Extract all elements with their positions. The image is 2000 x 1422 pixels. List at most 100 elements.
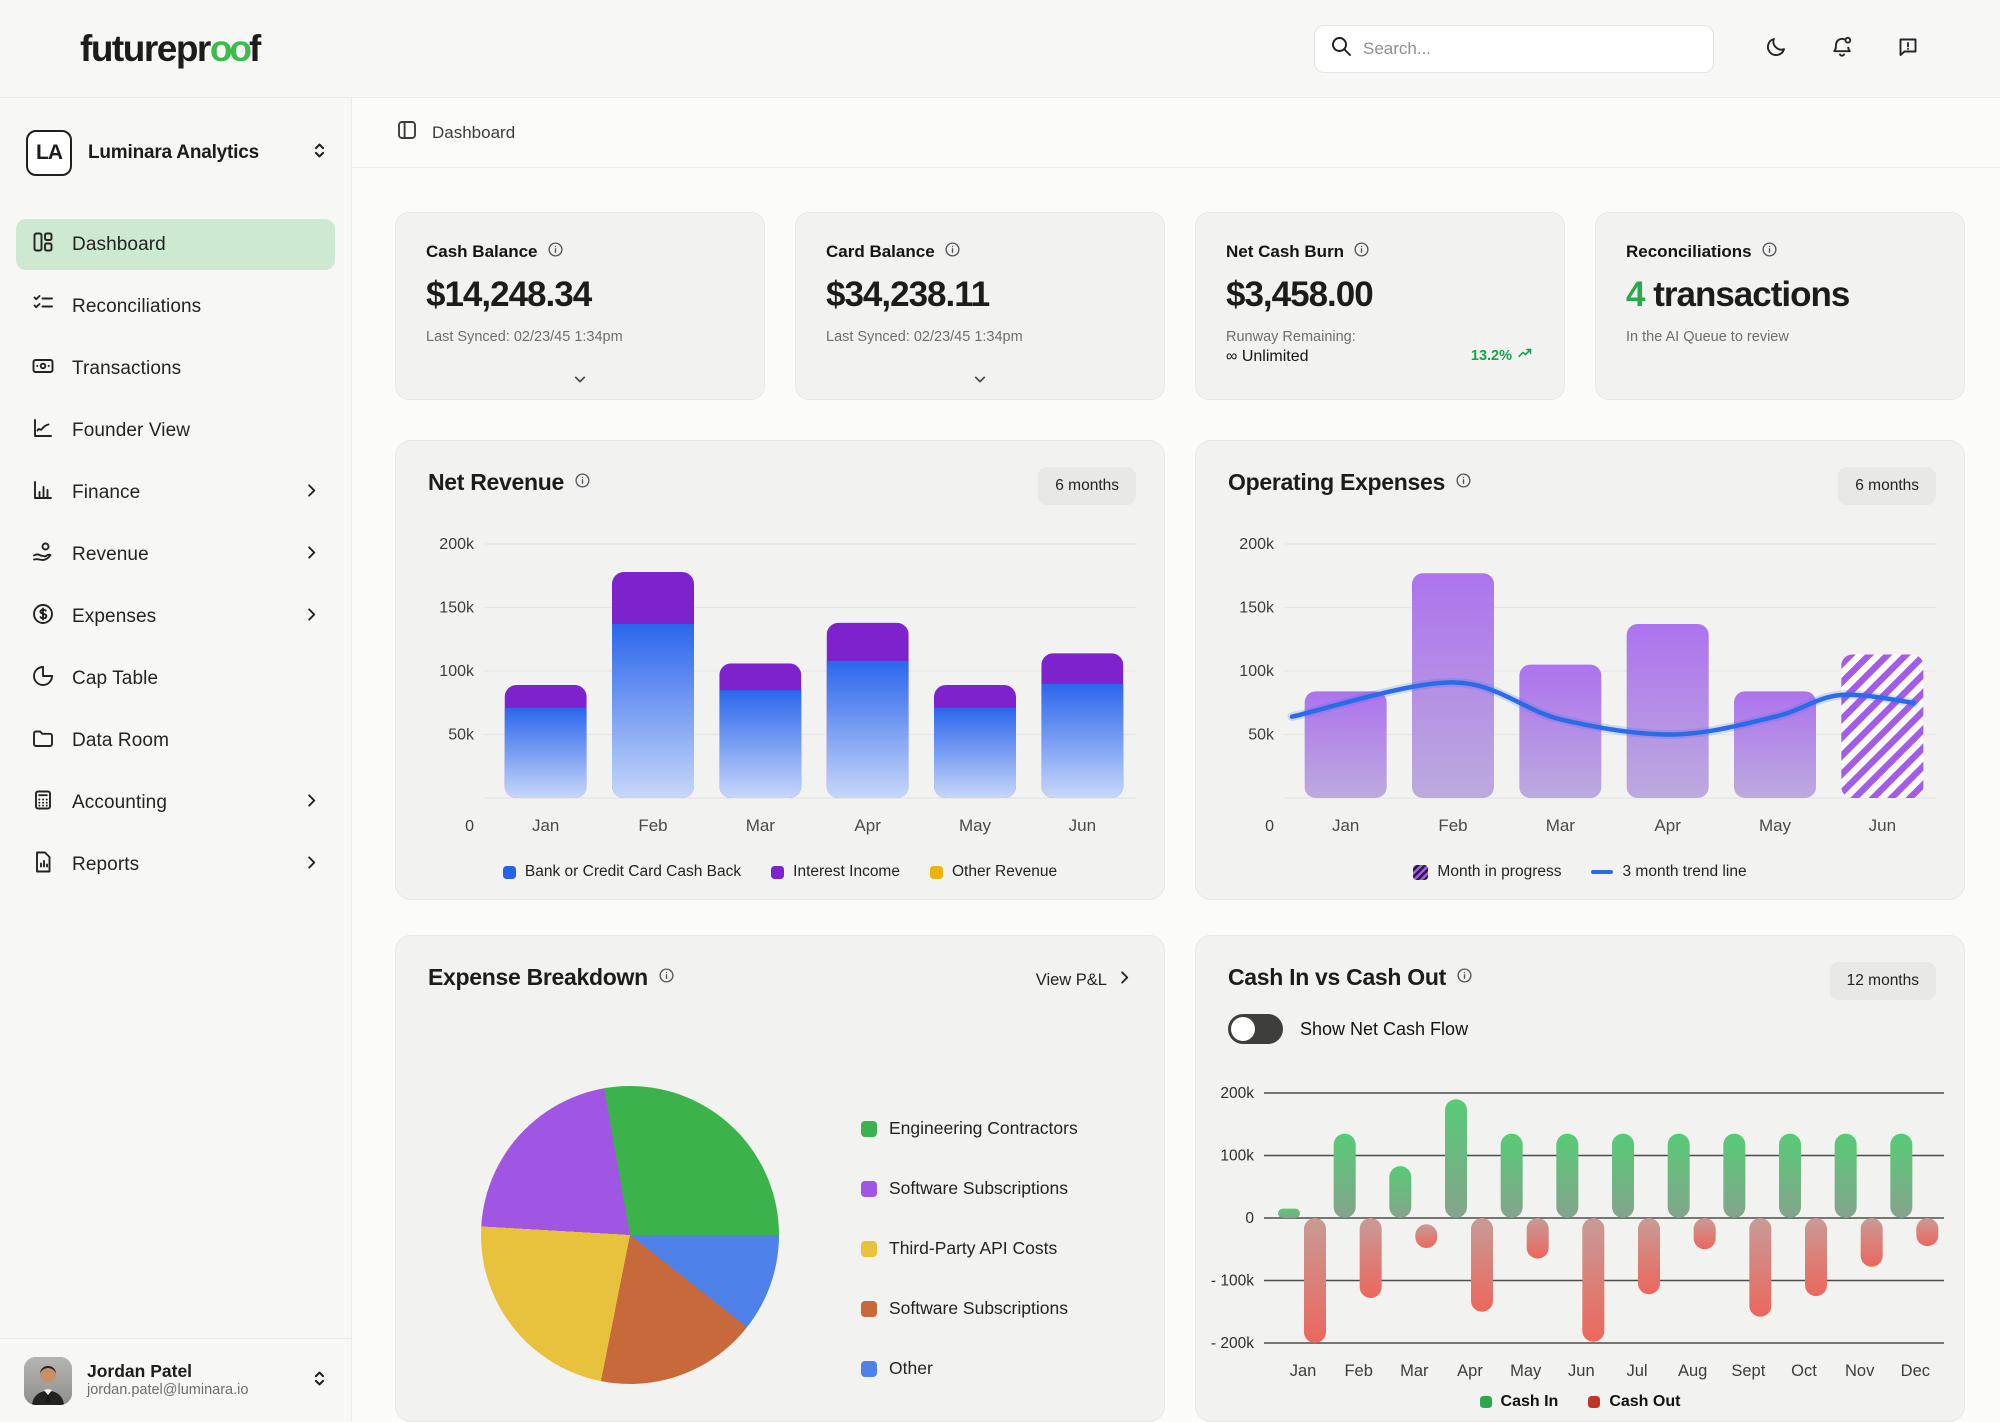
sidebar-item-revenue[interactable]: Revenue [16,529,335,580]
svg-text:Sept: Sept [1731,1362,1765,1380]
svg-text:150k: 150k [439,600,475,617]
chevron-updown-icon [310,141,329,165]
bar-chart-icon [31,478,55,507]
svg-text:0: 0 [1265,818,1274,835]
expand-button[interactable] [572,371,589,391]
info-icon[interactable] [944,241,961,263]
svg-text:Jun: Jun [1869,816,1896,835]
svg-text:Mar: Mar [1400,1362,1429,1380]
panel-icon[interactable] [395,118,419,147]
svg-text:Jan: Jan [1332,816,1359,835]
info-icon[interactable] [658,967,675,989]
info-icon[interactable] [1353,241,1370,263]
legend-item: Software Subscriptions [861,1298,1078,1319]
legend-item: Bank or Credit Card Cash Back [503,863,741,881]
sidebar-item-reconciliations[interactable]: Reconciliations [16,281,335,332]
sidebar-item-accounting[interactable]: Accounting [16,777,335,828]
view-pl-link[interactable]: View P&L [1036,968,1134,992]
legend-item: Software Subscriptions [861,1178,1078,1199]
stat-cards-row: Cash Balance $14,248.34 Last Synced: 02/… [395,212,1965,400]
breadcrumb: Dashboard [352,98,2000,168]
legend-item: Other Revenue [930,863,1057,881]
sidebar-item-label: Accounting [72,792,285,814]
sidebar-item-finance[interactable]: Finance [16,467,335,518]
workspace-switcher[interactable]: LA Luminara Analytics [0,98,351,200]
svg-text:- 200k: - 200k [1211,1335,1254,1352]
stat-card-reconciliations: Reconciliations 4 transactions In the AI… [1595,212,1965,400]
svg-text:Feb: Feb [1344,1362,1372,1380]
info-icon[interactable] [1761,241,1778,263]
logo-infinity-accent: oo [210,28,249,69]
sidebar-item-label: Dashboard [72,234,321,256]
breadcrumb-label: Dashboard [432,123,515,143]
feedback-button[interactable] [1888,29,1928,69]
svg-text:50k: 50k [1248,727,1275,744]
svg-text:Jul: Jul [1626,1362,1647,1380]
report-icon [31,850,55,879]
cash-flow-chart: 200k100k0- 100k- 200kJanFebMarAprMayJunJ… [1196,936,1966,1422]
search-icon [1329,34,1353,63]
svg-text:Jan: Jan [532,816,559,835]
net-revenue-legend: Bank or Credit Card Cash Back Interest In… [396,863,1164,881]
sidebar-item-founder-view[interactable]: Founder View [16,405,335,456]
svg-text:0: 0 [1245,1210,1254,1227]
banknote-icon [31,354,55,383]
legend-item: Engineering Contractors [861,1118,1078,1139]
sidebar-item-label: Finance [72,482,285,504]
chevron-right-icon [302,543,321,567]
legend-item: Month in progress [1413,863,1561,881]
sidebar-item-transactions[interactable]: Transactions [16,343,335,394]
expand-button[interactable] [972,371,989,391]
search-bar[interactable] [1314,25,1714,73]
legend-item: Cash In [1480,1393,1559,1411]
svg-text:Jun: Jun [1069,816,1096,835]
chat-icon [1896,35,1920,62]
sidebar-item-dashboard[interactable]: Dashboard [16,219,335,270]
sidebar-item-label: Revenue [72,544,285,566]
sidebar-item-cap-table[interactable]: Cap Table [16,653,335,704]
sidebar-item-expenses[interactable]: Expenses [16,591,335,642]
chevron-updown-icon [310,1369,329,1393]
app-logo[interactable]: futureproof [80,28,260,70]
notifications-button[interactable] [1822,29,1862,69]
net-revenue-card: Net Revenue 6 months 200k150k100k50k0 Ja… [395,440,1165,900]
svg-text:Oct: Oct [1791,1362,1817,1380]
chart-title: Expense Breakdown [428,964,648,991]
avatar [24,1357,72,1405]
trend-badge: 13.2% [1471,345,1534,366]
sidebar-item-label: Reconciliations [72,296,321,318]
user-name: Jordan Patel [87,1361,295,1382]
svg-text:Mar: Mar [746,816,776,835]
stat-value: $14,248.34 [426,275,734,315]
stat-card-net-cash-burn: Net Cash Burn $3,458.00 Runway Remaining… [1195,212,1565,400]
expense-breakdown-card: Expense Breakdown View P&L Engineering C… [395,935,1165,1422]
search-input[interactable] [1363,39,1699,59]
svg-text:Mar: Mar [1546,816,1576,835]
top-header: futureproof [0,0,2000,98]
info-icon[interactable] [547,241,564,263]
user-menu[interactable]: Jordan Patel jordan.patel@luminara.io [0,1338,351,1422]
line-chart-icon [31,416,55,445]
sidebar-item-reports[interactable]: Reports [16,839,335,890]
dark-mode-button[interactable] [1756,29,1796,69]
stat-value: $34,238.11 [826,275,1134,315]
sidebar-item-data-room[interactable]: Data Room [16,715,335,766]
svg-text:100k: 100k [439,663,475,680]
svg-text:May: May [1759,816,1792,835]
stat-card-card-balance: Card Balance $34,238.11 Last Synced: 02/… [795,212,1165,400]
moon-icon [1764,35,1788,62]
svg-text:Feb: Feb [1438,816,1467,835]
svg-text:Apr: Apr [1457,1362,1483,1380]
chevron-right-icon [302,481,321,505]
sidebar-nav: Dashboard Reconciliations Transactions F… [0,208,351,901]
expense-pie-legend: Engineering Contractors Software Subscrip… [861,1118,1078,1379]
stat-subtext: Last Synced: 02/23/45 1:34pm [826,329,1134,345]
chevron-right-icon [302,605,321,629]
svg-text:50k: 50k [448,727,475,744]
pie-icon [31,664,55,693]
operating-expenses-card: Operating Expenses 6 months 200k150k100k… [1195,440,1965,900]
chevron-down-icon [972,376,989,391]
chevron-right-icon [302,791,321,815]
svg-text:Jan: Jan [1290,1362,1317,1380]
legend-item: Interest Income [771,863,900,881]
